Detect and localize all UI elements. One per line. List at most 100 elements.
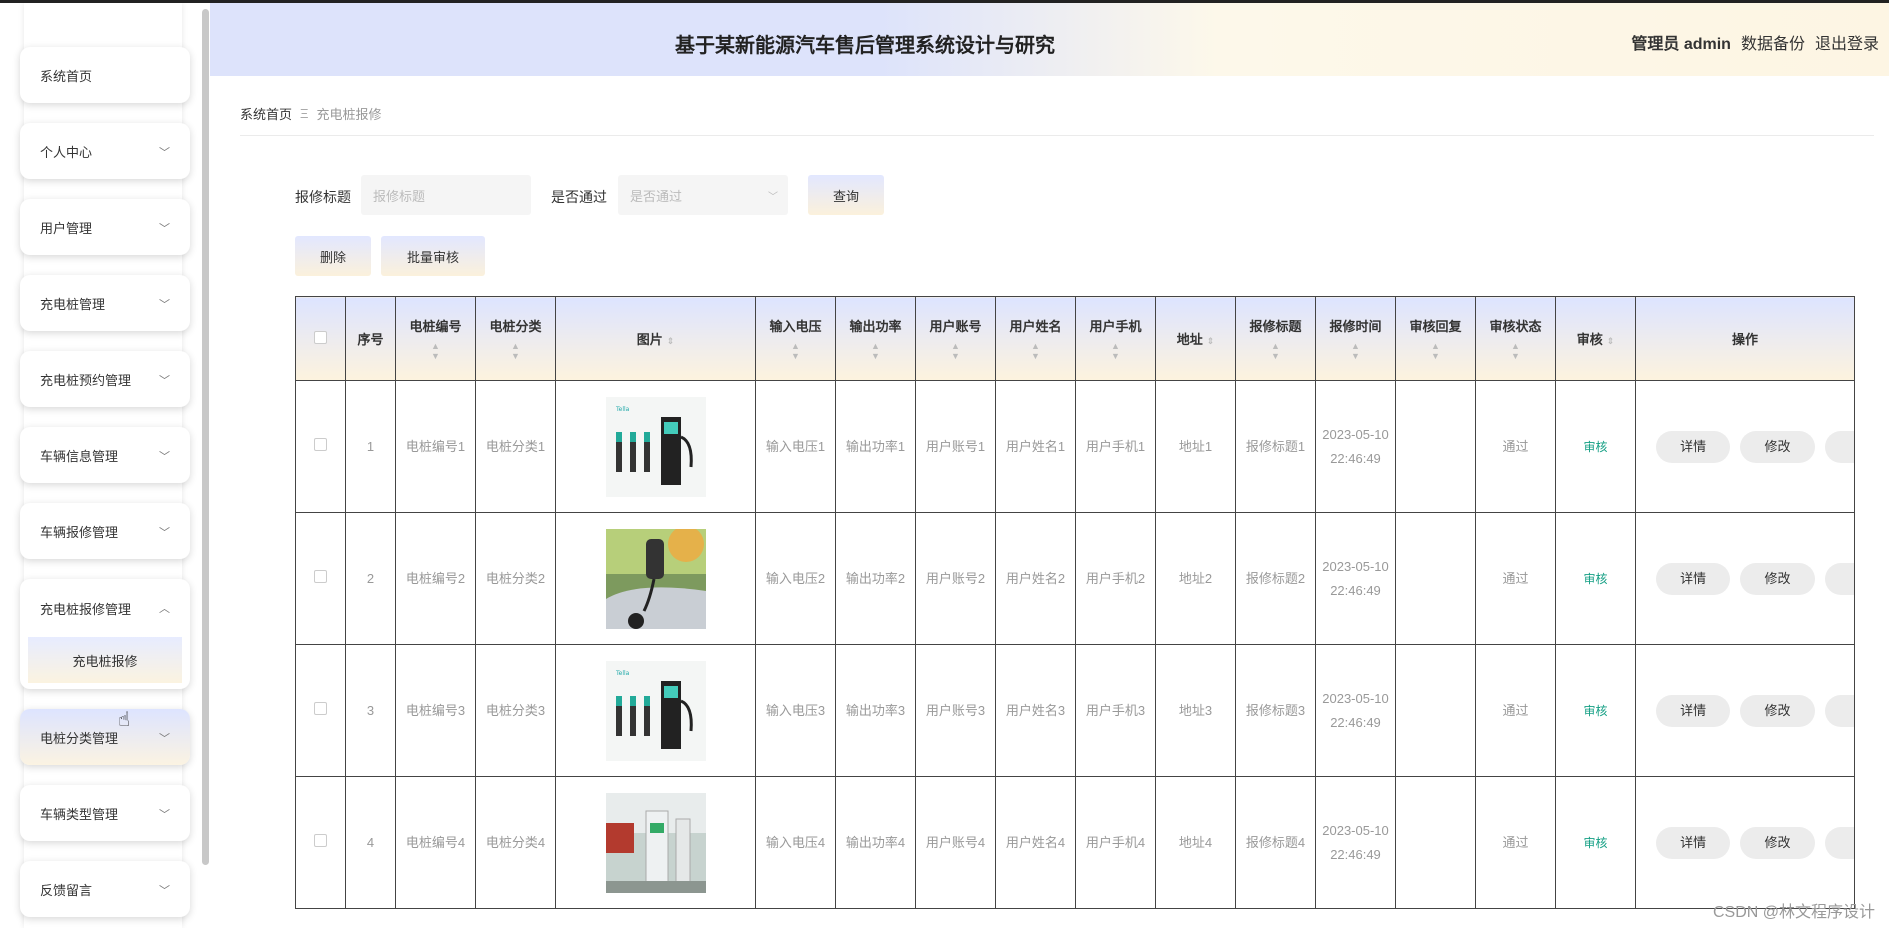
delete-row-button[interactable]: [1824, 430, 1854, 463]
cell-status: 通过: [1475, 380, 1556, 513]
row-checkbox[interactable]: [314, 437, 327, 451]
table-row: 4 电桩编号4 电桩分类4 输入电压4 输出功率4 用户账号4 用户姓名4 用户…: [295, 776, 1855, 909]
detail-button[interactable]: 详情: [1656, 562, 1731, 595]
sort-icon[interactable]: ▲ ▼: [1316, 341, 1395, 361]
sidebar-item-vehicle-repair[interactable]: 车辆报修管理 ﹀: [20, 503, 190, 559]
cell-no: 4: [345, 776, 396, 909]
cell-power: 输出功率1: [835, 380, 916, 513]
header-power[interactable]: 输出功率 ▲ ▼: [835, 296, 916, 381]
sidebar-item-personal[interactable]: 个人中心 ﹀: [20, 123, 190, 179]
cell-audit: 审核: [1555, 644, 1636, 777]
charger-image: Tella: [605, 396, 706, 497]
chevron-down-icon: ﹀: [159, 147, 170, 159]
detail-button[interactable]: 详情: [1656, 430, 1731, 463]
sort-icon[interactable]: ▲ ▼: [756, 341, 835, 361]
delete-row-button[interactable]: [1824, 562, 1854, 595]
edit-button[interactable]: 修改: [1740, 694, 1815, 727]
header-account[interactable]: 用户账号 ▲ ▼: [915, 296, 996, 381]
edit-button[interactable]: 修改: [1740, 430, 1815, 463]
delete-row-button[interactable]: [1824, 826, 1854, 859]
header-code[interactable]: 电桩编号 ▲ ▼: [395, 296, 476, 381]
row-checkbox[interactable]: [314, 569, 327, 583]
sort-icon[interactable]: ▲ ▼: [1476, 341, 1555, 361]
sidebar-item-chargers[interactable]: 充电桩管理 ﹀: [20, 275, 190, 331]
table-row: 2 电桩编号2 电桩分类2 输入电压2 输出功率2 用户账号2 用户姓名2 用户…: [295, 512, 1855, 645]
row-select: [295, 380, 346, 513]
sidebar-scrollbar[interactable]: [202, 9, 209, 865]
audit-link[interactable]: 审核: [1583, 704, 1607, 718]
header-image[interactable]: 图片 ⇕: [555, 296, 756, 381]
breadcrumb-home[interactable]: 系统首页: [240, 104, 292, 123]
edit-button[interactable]: 修改: [1740, 826, 1815, 859]
cell-address: 地址4: [1155, 776, 1236, 909]
cell-name: 用户姓名3: [995, 644, 1076, 777]
cell-address: 地址3: [1155, 644, 1236, 777]
chevron-down-icon: ﹀: [159, 223, 170, 235]
charging-station-image: [605, 792, 706, 893]
sidebar-item-vehicle-types[interactable]: 车辆类型管理 ﹀: [20, 785, 190, 841]
sidebar-item-feedback[interactable]: 反馈留言 ﹀: [20, 861, 190, 917]
pass-filter-select[interactable]: 是否通过 ﹀: [618, 175, 788, 215]
cell-power: 输出功率4: [835, 776, 916, 909]
header-voltage[interactable]: 输入电压 ▲ ▼: [755, 296, 836, 381]
header-reply[interactable]: 审核回复 ▲ ▼: [1395, 296, 1476, 381]
row-checkbox[interactable]: [314, 701, 327, 715]
header-actions: 操作: [1635, 296, 1855, 381]
cell-address: 地址2: [1155, 512, 1236, 645]
sort-icon[interactable]: ▲ ▼: [996, 341, 1075, 361]
sidebar-item-vehicles[interactable]: 车辆信息管理 ﹀: [20, 427, 190, 483]
pass-filter-label: 是否通过: [551, 189, 607, 205]
detail-button[interactable]: 详情: [1656, 694, 1731, 727]
title-filter-input[interactable]: 报修标题: [361, 175, 531, 215]
header-label: 输入电压: [769, 319, 822, 334]
row-checkbox[interactable]: [314, 833, 327, 847]
chevron-down-icon: ﹀: [159, 885, 170, 897]
header-address[interactable]: 地址 ⇕: [1155, 296, 1236, 381]
audit-link[interactable]: 审核: [1583, 836, 1607, 850]
query-button[interactable]: 查询: [808, 175, 884, 215]
header-name[interactable]: 用户姓名 ▲ ▼: [995, 296, 1076, 381]
header-phone[interactable]: 用户手机 ▲ ▼: [1075, 296, 1156, 381]
sort-icon[interactable]: ⇕: [667, 336, 675, 346]
audit-link[interactable]: 审核: [1583, 572, 1607, 586]
delete-row-button[interactable]: [1824, 694, 1854, 727]
sort-icon[interactable]: ▲ ▼: [1076, 341, 1155, 361]
sort-icon[interactable]: ⇕: [1207, 336, 1215, 346]
sort-icon[interactable]: ▲ ▼: [476, 341, 555, 361]
logout-link[interactable]: 退出登录: [1815, 30, 1879, 54]
cell-address: 地址1: [1155, 380, 1236, 513]
header-status[interactable]: 审核状态 ▲ ▼: [1475, 296, 1556, 381]
batch-audit-button[interactable]: 批量审核: [381, 236, 485, 276]
cell-audit: 审核: [1555, 380, 1636, 513]
svg-text:Tella: Tella: [615, 670, 630, 677]
header-label: 操作: [1731, 332, 1758, 347]
sidebar-item-home[interactable]: 系统首页: [20, 47, 190, 103]
sidebar-item-reservations[interactable]: 充电桩预约管理 ﹀: [20, 351, 190, 407]
sort-icon[interactable]: ⇕: [1607, 336, 1615, 346]
sidebar-item-charger-category[interactable]: 电桩分类管理 ﹀: [20, 709, 190, 765]
delete-button[interactable]: 删除: [295, 236, 371, 276]
detail-button[interactable]: 详情: [1656, 826, 1731, 859]
header-title[interactable]: 报修标题 ▲ ▼: [1235, 296, 1316, 381]
audit-link[interactable]: 审核: [1583, 440, 1607, 454]
sort-icon[interactable]: ▲ ▼: [916, 341, 995, 361]
cell-name: 用户姓名4: [995, 776, 1076, 909]
sidebar-item-users[interactable]: 用户管理 ﹀: [20, 199, 190, 255]
header-label: 报修标题: [1249, 319, 1302, 334]
submenu-item-charger-repair[interactable]: 充电桩报修: [28, 637, 182, 683]
cell-power: 输出功率2: [835, 512, 916, 645]
sidebar-item-label: 个人中心: [40, 144, 93, 160]
header-audit[interactable]: 审核 ⇕: [1555, 296, 1636, 381]
header-time[interactable]: 报修时间 ▲ ▼: [1315, 296, 1396, 381]
breadcrumb-current: 充电桩报修: [316, 107, 382, 122]
sort-icon[interactable]: ▲ ▼: [1236, 341, 1315, 361]
sidebar-item-charger-repair[interactable]: 充电桩报修管理 ︿ 充电桩报修: [20, 579, 190, 689]
sort-icon[interactable]: ▲ ▼: [396, 341, 475, 361]
edit-button[interactable]: 修改: [1740, 562, 1815, 595]
select-all-checkbox[interactable]: [314, 330, 327, 344]
sort-icon[interactable]: ▲ ▼: [1396, 341, 1475, 361]
header-category[interactable]: 电桩分类 ▲ ▼: [475, 296, 556, 381]
cell-category: 电桩分类4: [475, 776, 556, 909]
backup-link[interactable]: 数据备份: [1741, 30, 1805, 54]
sort-icon[interactable]: ▲ ▼: [836, 341, 915, 361]
